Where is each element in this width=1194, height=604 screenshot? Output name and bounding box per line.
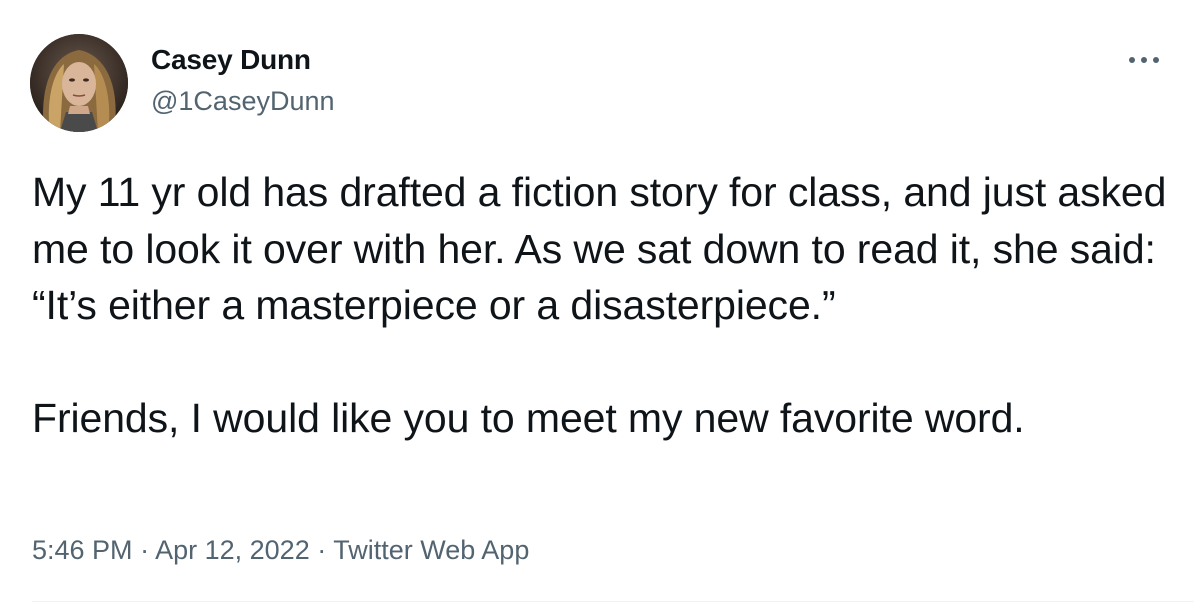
tweet-source[interactable]: Twitter Web App [333,535,529,565]
profile-photo-icon [30,34,128,132]
tweet-paragraph: My 11 yr old has drafted a fiction story… [32,169,1178,328]
ellipsis-icon [1129,57,1159,63]
separator: · [317,535,327,565]
user-handle[interactable]: @1CaseyDunn [151,84,335,118]
tweet-metadata: 5:46 PM · Apr 12, 2022 · Twitter Web App [32,532,529,568]
tweet-paragraph: Friends, I would like you to meet my new… [32,395,1025,441]
tweet-date[interactable]: Apr 12, 2022 [155,535,310,565]
more-options-button[interactable] [1124,46,1164,74]
display-name[interactable]: Casey Dunn [151,43,311,77]
tweet-text: My 11 yr old has drafted a fiction story… [32,164,1172,447]
tweet-card: Casey Dunn @1CaseyDunn My 11 yr old has … [0,0,1194,604]
divider [32,601,1194,602]
avatar[interactable] [30,34,128,132]
separator: · [140,535,150,565]
tweet-time[interactable]: 5:46 PM [32,535,133,565]
